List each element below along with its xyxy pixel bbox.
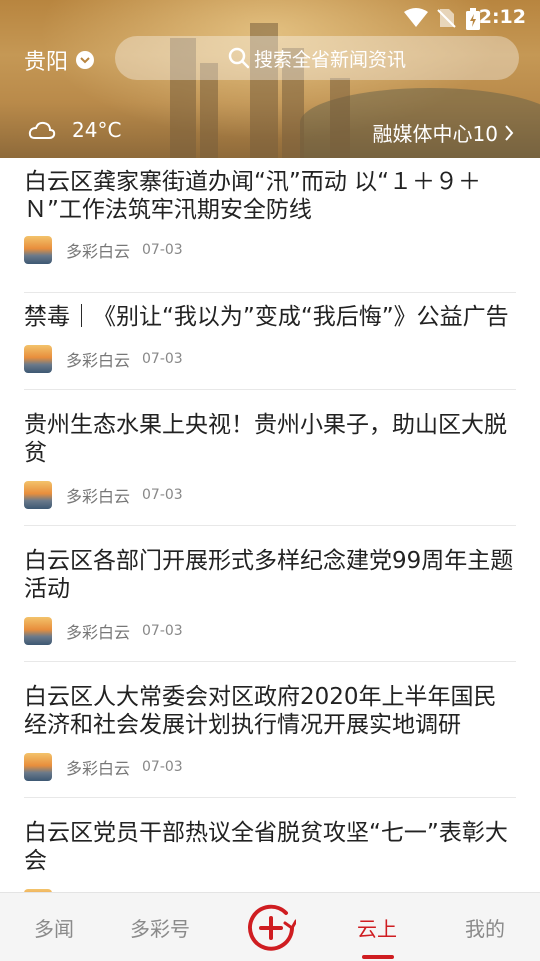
news-title: 白云区龚家寨街道办闻“汛”而动 以“１＋９＋Ｎ”工作法筑牢汛期安全防线 xyxy=(24,169,482,223)
media-center-label: 融媒体中心10 xyxy=(372,122,498,146)
news-item[interactable]: 贵州生态水果上央视！贵州小果子，助山区大脱贫 多彩白云 07-03 xyxy=(24,411,516,526)
news-source: 多彩白云 xyxy=(66,759,131,778)
news-date: 07-03 xyxy=(142,242,183,258)
news-date: 07-03 xyxy=(142,351,183,367)
news-meta: 多彩白云 07-03 xyxy=(24,481,183,509)
source-avatar xyxy=(24,481,52,509)
news-meta: 多彩白云 07-03 xyxy=(24,236,183,264)
news-source: 多彩白云 xyxy=(66,487,131,506)
header: 2:12 贵阳 搜索全省新闻资讯 24°C 融媒体中心10 xyxy=(0,0,540,158)
news-title: 白云区人大常委会对区政府2020年上半年国民经济和社会发展计划执行情况开展实地调… xyxy=(24,684,497,738)
search-icon xyxy=(228,47,250,69)
tab-duocaihao[interactable]: 多彩号 xyxy=(130,913,190,942)
news-title: 白云区党员干部热议全省脱贫攻坚“七一”表彰大会 xyxy=(24,820,508,874)
source-avatar xyxy=(24,753,52,781)
cloud-icon xyxy=(28,121,56,139)
source-avatar xyxy=(24,236,52,264)
weather[interactable]: 24°C xyxy=(28,118,121,142)
wifi-icon xyxy=(404,8,428,27)
news-date: 07-03 xyxy=(142,487,183,503)
active-tab-indicator xyxy=(362,955,394,959)
news-title: 白云区各部门开展形式多样纪念建党99周年主题活动 xyxy=(24,548,514,602)
news-title: 贵州生态水果上央视！贵州小果子，助山区大脱贫 xyxy=(24,412,507,466)
chevron-down-icon xyxy=(76,51,95,69)
news-source: 多彩白云 xyxy=(66,623,131,642)
status-bar: 2:12 xyxy=(0,0,540,36)
news-date: 07-03 xyxy=(142,759,183,775)
bottom-tab-bar: 多闻 多彩号 云上 我的 xyxy=(0,892,540,961)
tab-yunshang[interactable]: 云上 xyxy=(357,913,397,942)
background-building xyxy=(330,78,350,158)
source-avatar xyxy=(24,617,52,645)
tab-publish[interactable] xyxy=(246,903,298,957)
news-source: 多彩白云 xyxy=(66,351,131,370)
source-avatar xyxy=(24,345,52,373)
tab-mine[interactable]: 我的 xyxy=(465,913,505,942)
tab-duowen[interactable]: 多闻 xyxy=(34,913,74,942)
news-date: 07-03 xyxy=(142,623,183,639)
chevron-right-icon xyxy=(505,124,514,141)
no-sim-icon xyxy=(437,9,456,28)
news-meta: 多彩白云 07-03 xyxy=(24,753,183,781)
news-source: 多彩白云 xyxy=(66,242,131,261)
status-time: 2:12 xyxy=(478,6,526,28)
news-meta: 多彩白云 07-03 xyxy=(24,617,183,645)
temperature: 24°C xyxy=(72,118,122,142)
news-list[interactable]: 白云区龚家寨街道办闻“汛”而动 以“１＋９＋Ｎ”工作法筑牢汛期安全防线 多彩白云… xyxy=(0,158,540,892)
search-placeholder: 搜索全省新闻资讯 xyxy=(253,48,406,71)
plus-circle-icon xyxy=(248,904,298,951)
news-meta: 多彩白云 07-03 xyxy=(24,345,183,373)
news-item[interactable]: 禁毒｜《别让“我以为”变成“我后悔”》公益广告 多彩白云 07-03 xyxy=(24,303,516,390)
news-item[interactable]: 白云区人大常委会对区政府2020年上半年国民经济和社会发展计划执行情况开展实地调… xyxy=(24,683,516,798)
news-item[interactable]: 白云区各部门开展形式多样纪念建党99周年主题活动 多彩白云 07-03 xyxy=(24,547,516,662)
news-item[interactable]: 白云区党员干部热议全省脱贫攻坚“七一”表彰大会 xyxy=(24,819,516,892)
media-center-link[interactable]: 融媒体中心10 xyxy=(373,118,514,147)
search-bar[interactable]: 搜索全省新闻资讯 xyxy=(115,36,519,80)
news-title: 禁毒｜《别让“我以为”变成“我后悔”》公益广告 xyxy=(24,304,509,330)
news-item[interactable]: 白云区龚家寨街道办闻“汛”而动 以“１＋９＋Ｎ”工作法筑牢汛期安全防线 多彩白云… xyxy=(24,168,516,293)
city-label: 贵阳 xyxy=(24,50,69,75)
city-selector[interactable]: 贵阳 xyxy=(24,44,95,76)
